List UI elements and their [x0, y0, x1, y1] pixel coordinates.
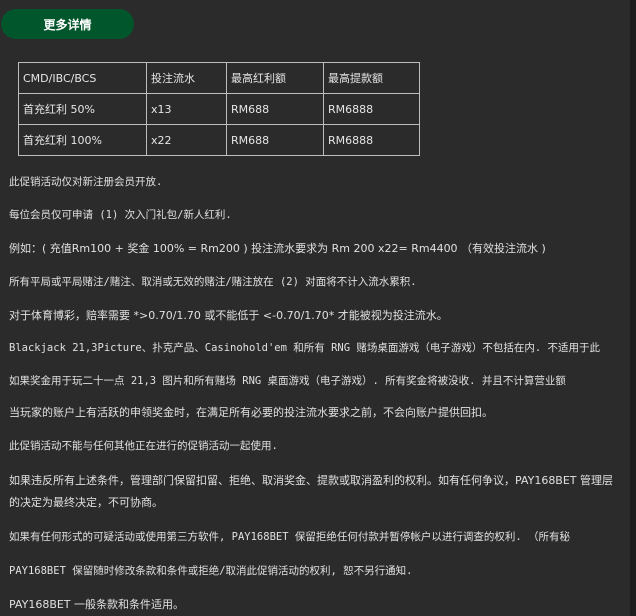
table-cell: 首充红利 100% [18, 124, 147, 156]
term-paragraph: 如果违反所有上述条件，管理部门保留扣留、拒绝、取消奖金、提款或取消盈利的权利。如… [9, 474, 614, 509]
table-header: 最高红利额 [226, 62, 324, 94]
term-paragraph: 如果有任何形式的可疑活动或使用第三方软件, PAY168BET 保留拒绝任何付款… [9, 531, 570, 543]
more-details-button[interactable]: 更多详情 [1, 9, 134, 39]
table-header: CMD/IBC/BCS [18, 62, 147, 94]
table-cell: RM6888 [323, 124, 420, 156]
table-header: 最高提款额 [323, 62, 420, 94]
table-row: 首充红利 100% x22 RM688 RM6888 [18, 124, 420, 156]
term-paragraph: Blackjack 21,3Picture、扑克产品、Casinohold'em… [9, 342, 601, 354]
term-paragraph: 此促销活动不能与任何其他正在进行的促销活动一起使用. [9, 440, 278, 452]
table-cell: 首充红利 50% [18, 93, 147, 125]
table-cell: x13 [146, 93, 227, 125]
table-row: 首充红利 50% x13 RM688 RM6888 [18, 93, 420, 125]
term-paragraph: 当玩家的账户上有活跃的申领奖金时，在满足所有必要的投注流水要求之前，不会向账户提… [9, 406, 493, 419]
term-paragraph: 所有平局或平局赌注/赌注、取消或无效的赌注/赌注放在 (2) 对面将不计入流水累… [9, 276, 417, 288]
term-paragraph: 此促销活动仅对新注册会员开放. [9, 176, 163, 188]
scrollbar[interactable] [630, 0, 636, 616]
table-header: 投注流水 [146, 62, 227, 94]
term-paragraph: 如果奖金用于玩二十一点 21,3 图片和所有赌场 RNG 桌面游戏（电子游戏）.… [9, 375, 566, 387]
term-paragraph: 对于体育博彩，赔率需要 *>0.70/1.70 或不能低于 <-0.70/1.7… [9, 309, 448, 322]
bonus-table: CMD/IBC/BCS 投注流水 最高红利额 最高提款额 首充红利 50% x1… [18, 62, 420, 156]
table-header-row: CMD/IBC/BCS 投注流水 最高红利额 最高提款额 [18, 62, 420, 94]
table-cell: RM688 [226, 124, 324, 156]
table-cell: RM6888 [323, 93, 420, 125]
term-paragraph: 例如：( 充值Rm100 + 奖金 100% = Rm200 ) 投注流水要求为… [9, 242, 546, 255]
term-paragraph: PAY168BET 一般条款和条件适用。 [9, 598, 185, 611]
term-paragraph: PAY168BET 保留随时修改条款和条件或拒绝/取消此促销活动的权利, 恕不另… [9, 565, 413, 577]
table-cell: x22 [146, 124, 227, 156]
term-paragraph: 每位会员仅可申请 (1) 次入门礼包/新人红利. [9, 209, 232, 221]
table-cell: RM688 [226, 93, 324, 125]
